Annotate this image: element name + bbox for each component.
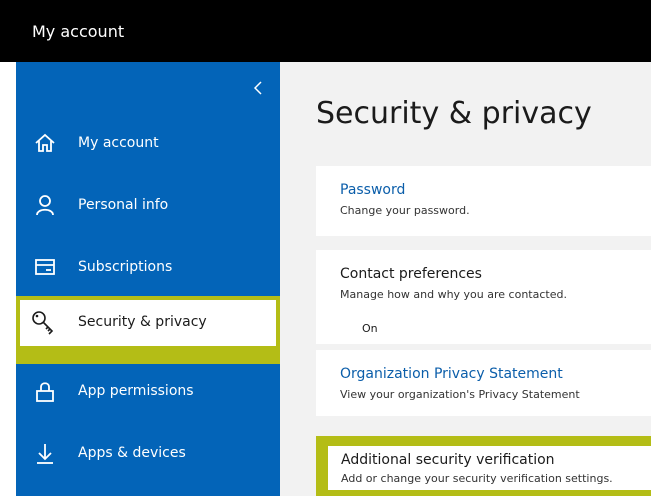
sidebar-item-app-permissions[interactable]: App permissions: [16, 368, 280, 418]
key-icon: [30, 309, 56, 335]
additional-security-verification-card[interactable]: Additional security verification Add or …: [328, 446, 651, 490]
active-item-highlight: Security & privacy: [16, 296, 290, 364]
sidebar-item-label: Subscriptions: [78, 259, 173, 275]
sidebar-item-personal-info[interactable]: Personal info: [16, 182, 280, 232]
person-icon: [32, 192, 58, 218]
chevron-left-icon: [253, 81, 262, 95]
sidebar-item-label: App permissions: [78, 383, 194, 399]
card-subtitle: View your organization's Privacy Stateme…: [340, 388, 580, 401]
sidebar-item-label: Apps & devices: [78, 445, 186, 461]
sidebar-item-my-account[interactable]: My account: [16, 120, 280, 170]
sidebar-item-subscriptions[interactable]: Subscriptions: [16, 244, 280, 294]
card-subtitle: Add or change your security verification…: [341, 472, 613, 485]
privacy-statement-link[interactable]: Organization Privacy Statement: [340, 366, 563, 382]
highlight-box: Additional security verification Add or …: [316, 436, 651, 496]
lock-icon: [32, 378, 58, 404]
password-link[interactable]: Password: [340, 182, 405, 198]
app-title: My account: [32, 22, 125, 41]
sidebar-item-label: Security & privacy: [78, 314, 207, 330]
sidebar-item-apps-devices[interactable]: Apps & devices: [16, 430, 280, 480]
page-title: Security & privacy: [316, 96, 592, 131]
sidebar-item-security-privacy[interactable]: Security & privacy: [20, 300, 276, 346]
card-icon: [32, 254, 58, 280]
password-card[interactable]: Password Change your password.: [316, 166, 651, 236]
card-title: Contact preferences: [340, 266, 482, 282]
home-icon: [32, 130, 58, 156]
card-subtitle: Manage how and why you are contacted.: [340, 288, 567, 301]
main-content: Security & privacy Password Change your …: [280, 62, 651, 496]
top-bar: My account: [0, 0, 651, 62]
sidebar-item-label: Personal info: [78, 197, 169, 213]
contact-preferences-card[interactable]: Contact preferences Manage how and why y…: [316, 250, 651, 344]
contact-preferences-value: On: [362, 322, 378, 335]
download-icon: [32, 440, 58, 466]
card-title: Additional security verification: [341, 452, 555, 468]
card-subtitle: Change your password.: [340, 204, 470, 217]
privacy-statement-card[interactable]: Organization Privacy Statement View your…: [316, 350, 651, 416]
collapse-sidebar-button[interactable]: [246, 76, 270, 100]
sidebar-item-label: My account: [78, 135, 159, 151]
sidebar: My account Personal info Subscriptions A…: [16, 62, 280, 496]
